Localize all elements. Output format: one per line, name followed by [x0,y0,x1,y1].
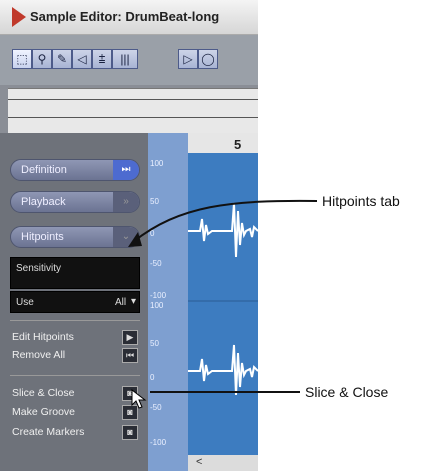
ruler-tick: -50 [150,403,162,412]
hitpoints-tab[interactable]: Hitpoints ⌄ [10,226,140,248]
definition-tab-label: Definition [21,164,67,176]
use-value: All [115,297,127,308]
waveform-svg [188,202,258,396]
sensitivity-slider[interactable]: Sensitivity [10,257,140,289]
window-title: Sample Editor: DrumBeat-long [30,9,220,24]
hitpoints-expand-icon[interactable]: ⌄ [113,227,139,247]
inspector-panel: Definition ⏭ Playback » Hitpoints ⌄ Sens… [0,133,148,471]
overview-divider [8,99,258,100]
playback-expand-icon[interactable]: » [113,192,139,212]
title-bar: Sample Editor: DrumBeat-long [0,0,258,35]
speaker-icon: ◁ [77,52,87,66]
overview-divider [8,117,258,118]
loop-icon: ◯ [201,52,215,66]
amplitude-ruler: 100 50 0 -50 -100 100 50 0 -50 -100 [148,133,188,471]
ruler-tick: -100 [150,438,167,447]
hitpoints-tab-callout: Hitpoints tab [322,193,400,209]
use-selector[interactable]: Use All ▾ [10,291,140,313]
range-select-icon: ⬚ [16,52,28,66]
ruler-tick: 50 [150,197,159,206]
zoom-icon: ⚲ [37,52,47,66]
grid-icon: ||| [120,52,130,66]
waveform-channel-right [188,344,258,396]
sample-editor-window: Sample Editor: DrumBeat-long ⬚ ⚲ ✎ ◁ ⩲ |… [0,0,258,471]
hitpoints-tab-label: Hitpoints [21,231,64,243]
remove-all-row: Remove All ⏮ [10,348,140,364]
ruler-tick: -100 [150,291,167,300]
remove-all-label: Remove All [12,349,66,361]
create-markers-label: Create Markers [12,426,85,438]
create-markers-button[interactable]: ◙ [122,425,138,440]
make-groove-label: Make Groove [12,406,76,418]
scrub-tool-button[interactable]: ⩲ [92,49,112,69]
divider [10,375,140,376]
ruler-tick: 50 [150,339,159,348]
pencil-icon: ✎ [56,52,68,66]
overview-line[interactable] [8,88,258,133]
use-label: Use [16,297,34,308]
ruler-tick: 100 [150,301,164,310]
playback-tab-label: Playback [21,196,66,208]
create-markers-row: Create Markers ◙ [10,425,140,441]
mouse-cursor-icon [131,388,147,409]
waveform-channel-left [188,202,258,258]
slice-close-label: Slice & Close [12,387,75,399]
toolbar: ⬚ ⚲ ✎ ◁ ⩲ ||| ▷ ◯ [0,35,258,85]
edit-hitpoints-row: Edit Hitpoints ▶ [10,330,140,346]
slice-close-row: Slice & Close ◙ [10,386,140,402]
make-groove-row: Make Groove ◙ [10,405,140,421]
draw-tool-button[interactable]: ✎ [52,49,72,69]
loop-button[interactable]: ◯ [198,49,218,69]
remove-all-button[interactable]: ⏮ [122,348,138,363]
definition-expand-icon[interactable]: ⏭ [113,160,139,180]
slice-close-callout: Slice & Close [305,384,389,400]
scroll-left-icon[interactable]: < [196,456,202,468]
ruler-tick: 100 [150,159,164,168]
play-triangle-icon: ▷ [183,52,193,66]
waveform-display[interactable]: 5 [188,133,258,471]
sensitivity-label: Sensitivity [16,263,62,274]
range-select-tool-button[interactable]: ⬚ [12,49,32,69]
ruler-tick: -50 [150,259,162,268]
ruler-tick: 0 [150,229,155,238]
play-button[interactable]: ▷ [178,49,198,69]
zoom-tool-button[interactable]: ⚲ [32,49,52,69]
grid-tool-button[interactable]: ||| [112,49,138,69]
use-dropdown-icon[interactable]: ▾ [131,296,136,307]
definition-tab[interactable]: Definition ⏭ [10,159,140,181]
play-tool-button[interactable]: ◁ [72,49,92,69]
horizontal-scrollbar[interactable]: < [188,455,258,471]
playback-tab[interactable]: Playback » [10,191,140,213]
ruler-tick: 0 [150,373,155,382]
edit-hitpoints-button[interactable]: ▶ [122,330,138,345]
cubase-logo-icon [12,7,26,27]
scrub-icon: ⩲ [98,52,106,66]
divider [10,320,140,321]
edit-hitpoints-label: Edit Hitpoints [12,331,74,343]
